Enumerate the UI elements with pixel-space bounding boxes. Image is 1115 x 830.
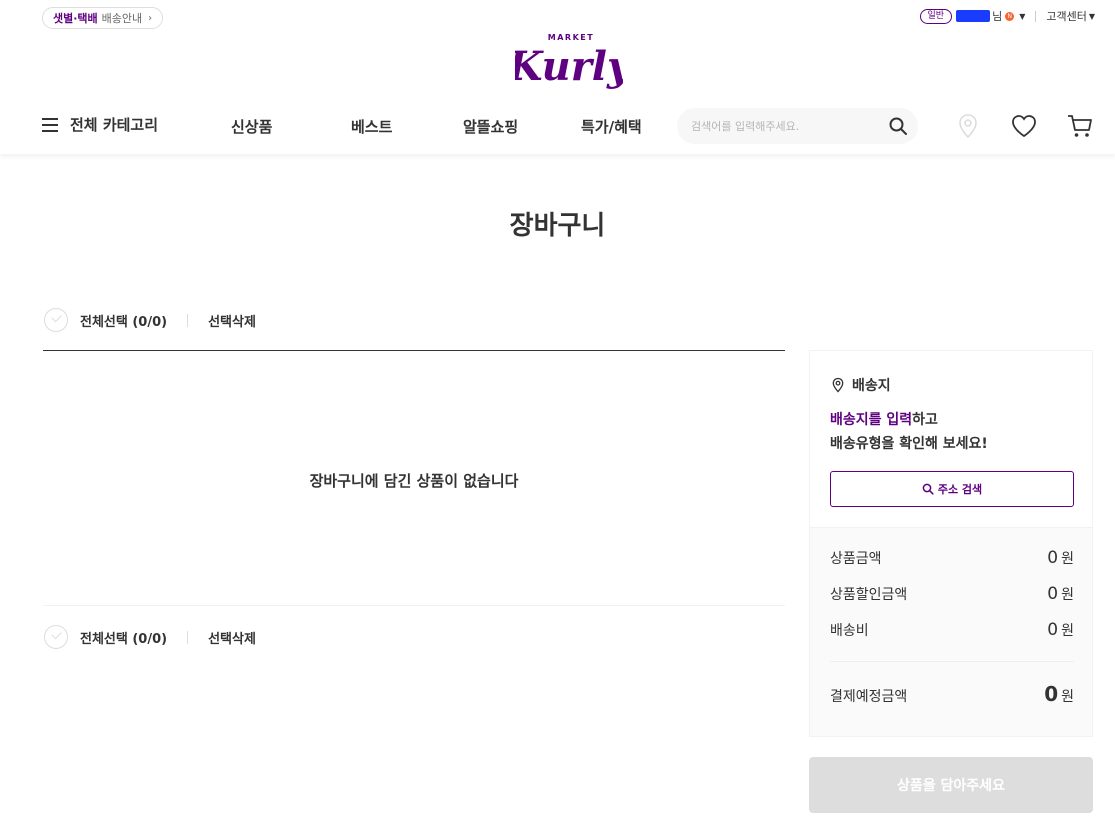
location-pin-icon[interactable] xyxy=(953,111,983,141)
chevron-right-icon: › xyxy=(148,12,153,24)
search-input[interactable] xyxy=(691,108,881,144)
caret-down-icon[interactable]: ▼ xyxy=(1019,12,1025,21)
total-value: 0 xyxy=(1044,682,1059,706)
cart-list-top-border xyxy=(43,350,785,351)
search-icon[interactable] xyxy=(888,116,908,136)
user-menu: 일반 님 N ▼ 고객센터 ▼ xyxy=(919,7,1095,25)
all-categories-button[interactable]: 전체 카테고리 xyxy=(42,114,158,135)
address-search-label: 주소 검색 xyxy=(937,483,983,496)
divider xyxy=(830,661,1074,662)
heart-icon[interactable] xyxy=(1009,111,1039,141)
select-all-label[interactable]: 전체선택 (0/0) xyxy=(80,311,167,330)
currency-unit: 원 xyxy=(1061,551,1074,567)
summary-value: 0 xyxy=(1047,584,1059,604)
nav-bargain-shopping[interactable]: 알뜰쇼핑 xyxy=(463,116,518,137)
summary-label: 상품할인금액 xyxy=(830,587,908,603)
delivery-guide-label: 배송안내 xyxy=(101,12,143,25)
delivery-address-label: 배송지 xyxy=(852,378,891,394)
customer-center-link[interactable]: 고객센터 xyxy=(1046,8,1086,24)
delivery-type-label: 샛별·택배 xyxy=(53,12,98,25)
price-summary-panel: 상품금액 0원 상품할인금액 0원 배송비 0원 결제예정금액 0원 xyxy=(809,527,1093,737)
order-button-disabled[interactable]: 상품을 담아주세요 xyxy=(809,757,1093,813)
delivery-address-panel: 배송지 배송지를 입력하고 배송유형을 확인해 보세요! 주소 검색 xyxy=(809,350,1093,527)
address-search-button[interactable]: 주소 검색 xyxy=(830,471,1074,507)
search-box xyxy=(677,108,918,144)
search-icon xyxy=(922,483,934,495)
divider xyxy=(187,313,189,327)
user-name-redacted[interactable] xyxy=(956,10,991,22)
divider xyxy=(1035,10,1037,22)
summary-row-total: 결제예정금액 0원 xyxy=(830,682,1074,706)
delivery-address-prompt: 배송지를 입력하고 배송유형을 확인해 보세요! xyxy=(830,408,988,456)
select-all-row-top: 전체선택 (0/0) 선택삭제 xyxy=(44,308,256,332)
divider xyxy=(187,630,189,644)
hamburger-icon xyxy=(42,117,58,132)
new-notification-badge: N xyxy=(1005,11,1015,21)
summary-value: 0 xyxy=(1047,620,1059,640)
select-all-checkbox[interactable] xyxy=(44,308,68,332)
logo-main-text: Kurly xyxy=(515,43,623,90)
cart-icon[interactable] xyxy=(1065,111,1095,141)
address-prompt-line2: 배송유형을 확인해 보세요! xyxy=(830,436,988,452)
user-name-suffix[interactable]: 님 xyxy=(992,8,1002,24)
summary-value: 0 xyxy=(1047,548,1059,568)
market-kurly-logo[interactable]: MARKET Kurly xyxy=(515,28,623,94)
nav-new-products[interactable]: 신상품 xyxy=(231,116,272,137)
total-label: 결제예정금액 xyxy=(830,689,908,705)
summary-row-discount: 상품할인금액 0원 xyxy=(830,584,1074,604)
location-pin-icon xyxy=(832,377,844,393)
logo-small-text: MARKET xyxy=(548,33,594,42)
delete-selected-button[interactable]: 선택삭제 xyxy=(208,628,256,647)
currency-unit: 원 xyxy=(1061,689,1074,705)
delete-selected-button[interactable]: 선택삭제 xyxy=(208,311,256,330)
select-all-checkbox[interactable] xyxy=(44,625,68,649)
delivery-info-pill[interactable]: 샛별·택배 배송안내 › xyxy=(42,7,164,29)
cart-list-bottom-border xyxy=(43,605,785,606)
member-grade-badge: 일반 xyxy=(919,8,953,24)
summary-row-product-price: 상품금액 0원 xyxy=(830,548,1074,568)
all-categories-label: 전체 카테고리 xyxy=(70,116,159,134)
summary-label: 배송비 xyxy=(830,623,869,639)
address-prompt-accent: 배송지를 입력 xyxy=(830,412,913,428)
nav-best[interactable]: 베스트 xyxy=(351,116,392,137)
select-all-label[interactable]: 전체선택 (0/0) xyxy=(80,628,167,647)
delivery-address-header: 배송지 xyxy=(830,375,891,395)
global-navigation: 전체 카테고리 신상품 베스트 알뜰쇼핑 특가/혜택 xyxy=(0,100,1115,154)
summary-label: 상품금액 xyxy=(830,551,882,567)
nav-special-offers[interactable]: 특가/혜택 xyxy=(581,116,642,137)
currency-unit: 원 xyxy=(1061,587,1074,603)
empty-cart-message: 장바구니에 담긴 상품이 없습니다 xyxy=(309,472,519,490)
summary-row-shipping: 배송비 0원 xyxy=(830,620,1074,640)
address-prompt-rest: 하고 xyxy=(912,412,938,428)
currency-unit: 원 xyxy=(1061,623,1074,639)
page-title: 장바구니 xyxy=(509,211,606,241)
caret-down-icon[interactable]: ▼ xyxy=(1089,12,1095,21)
select-all-row-bottom: 전체선택 (0/0) 선택삭제 xyxy=(44,625,256,649)
